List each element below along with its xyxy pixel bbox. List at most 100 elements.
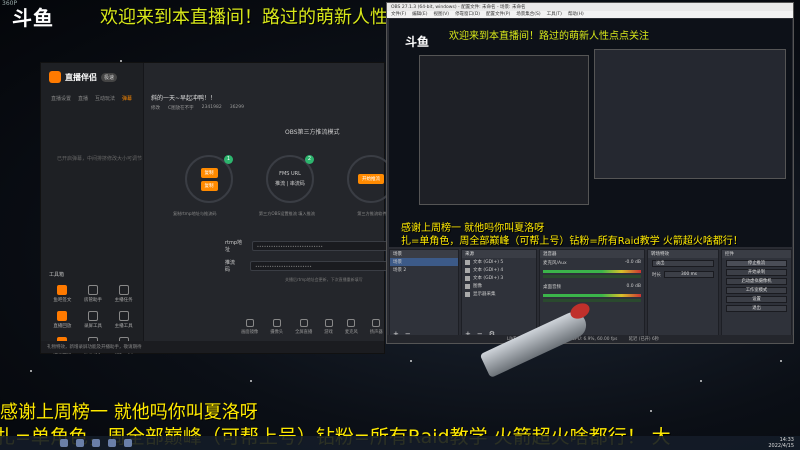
- scene-item[interactable]: 场景: [390, 258, 458, 266]
- tab-interact[interactable]: 互动玩法: [95, 95, 115, 102]
- source-item[interactable]: 文本 (GDI+) 3: [462, 274, 536, 282]
- menu-view[interactable]: 视图(V): [433, 11, 449, 18]
- duration-input[interactable]: 300 ms: [664, 271, 714, 278]
- menu-docks[interactable]: 停靠窗口(D): [455, 11, 480, 18]
- room-id: 2341982: [201, 105, 222, 110]
- monitor-source-icon: [465, 291, 470, 297]
- mixer-track: 麦克风/Aux -0.0 dB: [540, 258, 644, 268]
- tool-item[interactable]: 主播任务: [108, 285, 139, 303]
- copy-key-button[interactable]: 复制: [200, 180, 218, 191]
- rtmp-label: rtmp地址: [225, 240, 243, 253]
- start-recording-button[interactable]: 开始录制: [726, 269, 787, 276]
- bt-label: 摄像头: [270, 330, 284, 335]
- toolbox-title: 工具箱: [49, 272, 65, 278]
- text-source-icon: [465, 267, 470, 273]
- camera-icon: [272, 319, 281, 327]
- mixer-volume-slider[interactable]: [543, 275, 641, 278]
- step-number: 1: [224, 155, 233, 164]
- clock-date: 2022/4/15: [768, 443, 794, 449]
- source-label: 图像: [473, 284, 482, 289]
- menu-tools[interactable]: 工具(T): [547, 11, 562, 18]
- source-item[interactable]: 文本 (GDI+) 4: [462, 266, 536, 274]
- bt-label: 画面镜像: [241, 330, 259, 335]
- text-source-icon: [465, 275, 470, 281]
- edit-title-link[interactable]: 修改: [151, 105, 160, 111]
- mixer-meter: [543, 270, 641, 273]
- camera-tool[interactable]: 摄像头: [270, 319, 283, 335]
- stream-title: 斜的一天~早起冲鸭！！: [151, 95, 217, 102]
- game-tool[interactable]: 游戏: [324, 319, 333, 335]
- scenes-dock: 场景 场景 场景 2 + −: [389, 249, 459, 341]
- image-source-icon: [465, 283, 470, 289]
- mirror-tool[interactable]: 画面镜像: [241, 319, 258, 335]
- app-tabs: 直播设置 直播 互动玩法 弹幕: [51, 95, 132, 102]
- app-footer: 礼物特效，新增录屏功能及开播助手，敬请期待: [41, 341, 384, 353]
- obs-mode-title: OBS第三方推流模式: [285, 129, 340, 136]
- scene-item[interactable]: 场景 2: [390, 266, 458, 274]
- tool-label: 鱼吧签文: [53, 298, 72, 303]
- thanks-scroll-text: 感谢上周榜一 就他吗你叫夏洛呀: [0, 402, 258, 423]
- copy-button[interactable]: 复制: [200, 167, 218, 178]
- step-caption: 复制rtmp地址与推流码: [173, 211, 217, 216]
- controls-header: 控件: [722, 250, 791, 258]
- tool-label: 直播回放: [53, 324, 72, 329]
- menu-scene-collection[interactable]: 场景集合(S): [516, 11, 540, 18]
- exit-button[interactable]: 退出: [726, 305, 787, 312]
- track-name: 麦克风/Aux: [543, 261, 567, 266]
- rtmp-row: rtmp地址 ••••••••••••••••••••••••••••: [225, 239, 406, 253]
- fullscreen-icon: [299, 319, 308, 327]
- duration-label: 时长: [652, 272, 661, 278]
- tool-icon: [87, 311, 98, 321]
- menu-edit[interactable]: 编辑(E): [412, 11, 427, 18]
- tool-item[interactable]: 录屏工具: [78, 311, 109, 329]
- start-push-button[interactable]: 开始推流: [358, 174, 384, 184]
- studio-mode-button[interactable]: 工作室模式: [726, 287, 787, 294]
- menu-file[interactable]: 文件(F): [391, 11, 406, 18]
- fullscreen-tool[interactable]: 全屏直播: [295, 319, 312, 335]
- microphone-icon: [347, 319, 356, 327]
- taskbar: 14:33 2022/4/15: [0, 436, 800, 450]
- mixer-volume-slider[interactable]: [543, 299, 641, 302]
- source-item[interactable]: 图像: [462, 282, 536, 290]
- virtual-camera-button[interactable]: 启动虚拟摄像机: [726, 278, 787, 285]
- stream-key-field[interactable]: ••••••••••••••••••••••••: [250, 261, 390, 271]
- duration-row: 时长 300 ms: [648, 269, 718, 280]
- transition-select[interactable]: 淡出: [652, 260, 714, 267]
- preview-logo: 斗鱼: [405, 35, 430, 49]
- douyu-app-icon[interactable]: [124, 439, 132, 447]
- settings-button[interactable]: 设置: [726, 296, 787, 303]
- source-item[interactable]: 显示器采集: [462, 290, 536, 298]
- browser-icon[interactable]: [92, 439, 100, 447]
- obs-preview[interactable]: 斗鱼 欢迎来到本直播间！路过的萌新人性点点关注 感谢上周榜一 就他吗你叫夏洛呀 …: [389, 19, 792, 247]
- gamepad-icon: [324, 319, 333, 327]
- tab-live-settings[interactable]: 直播设置: [51, 95, 71, 102]
- mixer-header: 混音器: [540, 250, 644, 258]
- tab-danmaku[interactable]: 弹幕: [122, 95, 132, 102]
- explorer-icon[interactable]: [76, 439, 84, 447]
- preview-nested-obs: [594, 49, 786, 179]
- search-icon[interactable]: [60, 439, 68, 447]
- obs-menubar: 文件(F) 编辑(E) 视图(V) 停靠窗口(D) 配置文件(P) 场景集合(S…: [387, 11, 793, 18]
- menu-help[interactable]: 帮助(H): [568, 11, 584, 18]
- controls-dock: 控件 停止推流 开始录制 启动虚拟摄像机 工作室模式 设置 退出: [721, 249, 792, 341]
- tool-item[interactable]: 鱼吧签文: [47, 285, 78, 303]
- track-db: -0.0 dB: [624, 260, 641, 265]
- tool-item[interactable]: 直播回放: [47, 311, 78, 329]
- rtmp-field[interactable]: ••••••••••••••••••••••••••••: [251, 241, 392, 251]
- tool-item[interactable]: 房管助手: [78, 285, 109, 303]
- menu-profile[interactable]: 配置文件(P): [486, 11, 510, 18]
- status-delay: 延迟 (已开) 6秒: [628, 337, 660, 342]
- hot-value: 36299: [229, 105, 245, 110]
- douyu-logo: 斗鱼: [12, 6, 54, 30]
- tool-label: 房管助手: [83, 298, 102, 303]
- speaker-icon: [372, 319, 381, 327]
- mic-tool[interactable]: 麦克风: [345, 319, 358, 335]
- obs-app-icon[interactable]: [108, 439, 116, 447]
- danmaku-empty-text: 已开启弹幕，中间排挤修改大小可调节: [57, 156, 143, 162]
- stop-stream-button[interactable]: 停止推流: [726, 260, 787, 267]
- preview-nested-app: [419, 55, 589, 205]
- tab-live[interactable]: 直播: [78, 95, 88, 102]
- source-item[interactable]: 文本 (GDI+) 5: [462, 258, 536, 266]
- tool-item[interactable]: 主播工具: [108, 311, 139, 329]
- speaker-tool[interactable]: 扬声器: [370, 319, 383, 335]
